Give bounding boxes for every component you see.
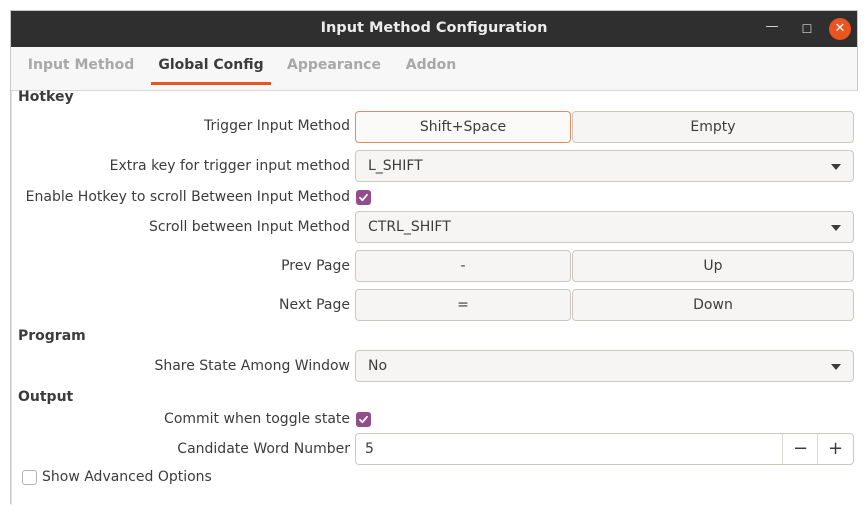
tab-global-config[interactable]: Global Config	[151, 47, 271, 91]
tab-appearance[interactable]: Appearance	[279, 47, 389, 91]
close-button[interactable]: ✕	[829, 18, 851, 40]
prev-page-key-button-2[interactable]: Up	[572, 250, 854, 282]
chevron-down-icon	[831, 364, 841, 370]
tab-bar: Input Method Global Config Appearance Ad…	[11, 47, 857, 91]
extra-key-dropdown[interactable]: L_SHIFT	[355, 150, 854, 182]
tab-addon[interactable]: Addon	[399, 47, 463, 91]
prev-page-label: Prev Page	[281, 258, 350, 274]
scroll-between-label: Scroll between Input Method	[148, 219, 350, 235]
trigger-key-button-2[interactable]: Empty	[572, 111, 854, 143]
next-page-label: Next Page	[279, 297, 350, 313]
show-advanced-checkbox[interactable]	[22, 470, 37, 485]
checkmark-icon	[359, 193, 368, 202]
increment-button[interactable]: +	[817, 434, 853, 464]
global-config-panel: Hotkey Trigger Input Method Shift+Space …	[11, 89, 858, 505]
next-page-key-button-2[interactable]: Down	[572, 289, 854, 321]
chevron-down-icon	[831, 225, 841, 231]
scroll-between-dropdown[interactable]: CTRL_SHIFT	[355, 211, 854, 243]
commit-toggle-checkbox[interactable]	[356, 412, 371, 427]
tab-label: Appearance	[287, 57, 381, 73]
scroll-between-value: CTRL_SHIFT	[368, 219, 451, 235]
config-window: Input Method Configuration — ☐ ✕ Input M…	[10, 10, 858, 505]
enable-scroll-checkbox[interactable]	[356, 190, 371, 205]
active-tab-indicator	[151, 82, 271, 85]
enable-scroll-label: Enable Hotkey to scroll Between Input Me…	[25, 189, 350, 205]
extra-key-value: L_SHIFT	[368, 158, 423, 174]
decrement-button[interactable]: −	[782, 434, 818, 464]
commit-toggle-label: Commit when toggle state	[164, 411, 350, 427]
title-bar[interactable]: Input Method Configuration — ☐ ✕	[11, 11, 857, 47]
trigger-key-button-1[interactable]: Shift+Space	[355, 111, 571, 143]
candidate-number-value[interactable]: 5	[365, 434, 374, 464]
minimize-button[interactable]: —	[762, 17, 782, 37]
extra-key-label: Extra key for trigger input method	[109, 158, 350, 174]
tab-label: Input Method	[27, 57, 135, 73]
share-state-label: Share State Among Window	[154, 358, 350, 374]
section-output: Output	[18, 389, 74, 405]
tab-label: Addon	[405, 57, 457, 73]
next-page-key-button-1[interactable]: =	[355, 289, 571, 321]
show-advanced-label: Show Advanced Options	[42, 469, 212, 485]
chevron-down-icon	[831, 164, 841, 170]
trigger-input-method-label: Trigger Input Method	[204, 118, 350, 134]
candidate-number-label: Candidate Word Number	[177, 441, 350, 457]
checkmark-icon	[359, 415, 368, 424]
share-state-dropdown[interactable]: No	[355, 350, 854, 382]
maximize-button[interactable]: ☐	[797, 19, 817, 39]
tab-label: Global Config	[158, 57, 264, 73]
prev-page-key-button-1[interactable]: -	[355, 250, 571, 282]
section-program: Program	[18, 328, 86, 344]
tab-input-method[interactable]: Input Method	[21, 47, 141, 91]
section-hotkey: Hotkey	[18, 89, 74, 105]
candidate-number-spinbox[interactable]: 5 − +	[355, 433, 854, 465]
window-title: Input Method Configuration	[320, 20, 548, 36]
share-state-value: No	[368, 358, 388, 374]
